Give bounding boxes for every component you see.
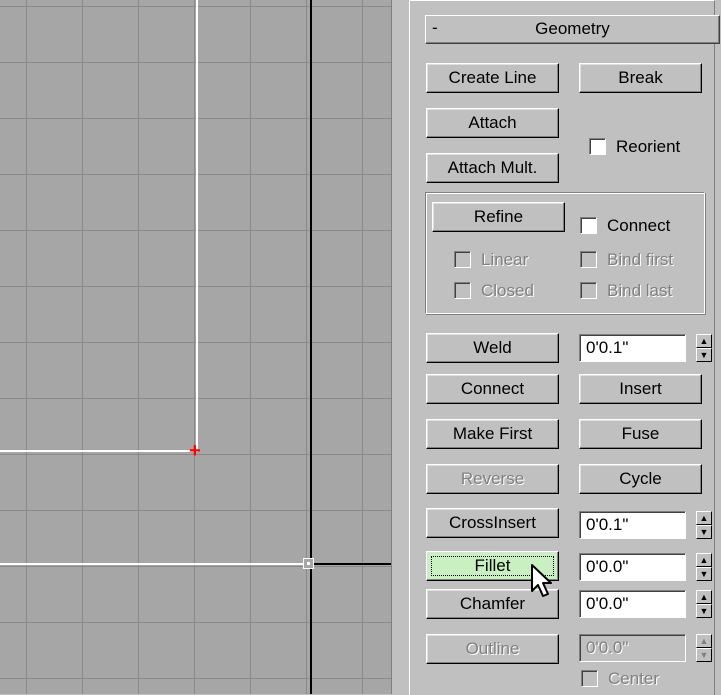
linear-checkbox[interactable]: Linear [454,250,554,270]
spinner-down-icon[interactable]: ▼ [696,604,712,618]
spinner-up-icon[interactable]: ▲ [696,553,712,567]
reorient-checkbox[interactable]: Reorient [589,137,709,157]
refine-button[interactable]: Refine [432,202,565,232]
vertex-marker-icon[interactable]: + [189,441,201,461]
weld-button[interactable]: Weld [426,333,559,363]
checkbox-icon [581,670,598,687]
panel-separator[interactable] [391,0,402,694]
viewport[interactable]: + [0,0,391,694]
connect-label: Connect [607,216,671,235]
spline-segment-lower-horizontal [0,563,307,565]
spinner-down-icon: ▼ [696,648,712,662]
checkbox-icon [580,217,597,234]
spinner-up-icon[interactable]: ▲ [696,334,712,348]
spinner-up-icon: ▲ [696,634,712,648]
rollout-title: Geometry [535,19,610,38]
bind-first-label: Bind first [607,250,674,269]
break-button[interactable]: Break [579,63,702,93]
fuse-button[interactable]: Fuse [579,419,702,449]
linear-label: Linear [481,250,529,269]
spinner-down-icon[interactable]: ▼ [696,348,712,362]
axis-line-horizontal [310,563,391,565]
insert-button[interactable]: Insert [579,374,702,404]
connect-checkbox[interactable]: Connect [580,216,700,236]
bind-last-checkbox[interactable]: Bind last [580,281,700,301]
checkbox-icon [454,251,471,268]
chamfer-spinner[interactable]: ▲ ▼ [696,590,712,618]
checkbox-icon [454,282,471,299]
attach-button[interactable]: Attach [426,108,559,138]
checkbox-icon [580,282,597,299]
cross-insert-field[interactable]: 0'0.1" [579,511,686,539]
weld-spinner[interactable]: ▲ ▼ [696,334,712,362]
fillet-label: Fillet [474,556,511,575]
geometry-rollout-header[interactable]: - Geometry [425,15,720,44]
cycle-button[interactable]: Cycle [579,464,702,494]
make-first-button[interactable]: Make First [426,419,559,449]
closed-label: Closed [481,281,534,300]
spinner-up-icon[interactable]: ▲ [696,590,712,604]
mouse-pointer-icon [531,564,552,597]
spinner-up-icon[interactable]: ▲ [696,511,712,525]
chamfer-field[interactable]: 0'0.0" [579,590,686,618]
spinner-down-icon[interactable]: ▼ [696,567,712,581]
spline-segment-horizontal [0,450,198,452]
checkbox-icon [589,138,606,155]
center-checkbox[interactable]: Center [581,669,701,689]
cross-insert-button[interactable]: CrossInsert [426,508,559,538]
center-label: Center [608,669,660,688]
bind-first-checkbox[interactable]: Bind first [580,250,700,270]
closed-checkbox[interactable]: Closed [454,281,554,301]
create-line-button[interactable]: Create Line [426,63,559,93]
outline-field: 0'0.0" [579,634,686,662]
reorient-label: Reorient [616,137,681,156]
weld-threshold-field[interactable]: 0'0.1" [579,334,686,362]
outline-spinner: ▲ ▼ [696,634,712,662]
bind-last-label: Bind last [607,281,673,300]
axis-line-vertical [310,0,312,694]
spinner-down-icon[interactable]: ▼ [696,525,712,539]
checkbox-icon [580,251,597,268]
connect-button[interactable]: Connect [426,374,559,404]
fillet-field[interactable]: 0'0.0" [579,553,686,581]
attach-mult-button[interactable]: Attach Mult. [426,153,559,183]
fillet-spinner[interactable]: ▲ ▼ [696,553,712,581]
spline-segment-vertical [196,0,198,452]
selected-vertex-icon[interactable] [303,558,314,569]
cross-insert-spinner[interactable]: ▲ ▼ [696,511,712,539]
outline-button: Outline [426,634,559,664]
reverse-button: Reverse [426,464,559,494]
